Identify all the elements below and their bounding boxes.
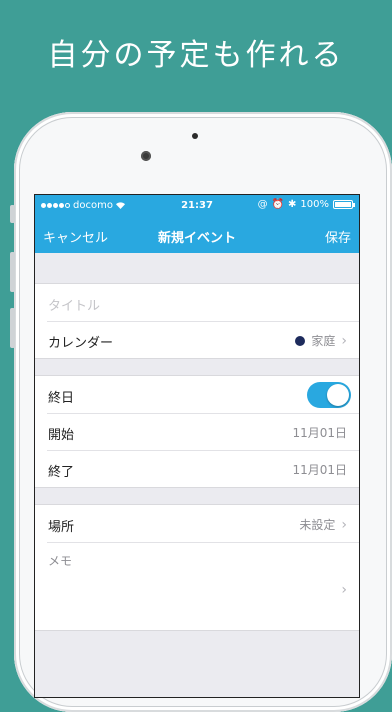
memo-label: メモ	[48, 554, 73, 568]
battery-percent: 100%	[300, 199, 329, 210]
save-button[interactable]: 保存	[325, 227, 351, 246]
app-screen: docomo 21:37 @ ⏰ ✱ 100% キャンセル 新規イベント 保存 …	[34, 194, 360, 698]
calendar-row[interactable]: カレンダー 家庭 ›	[35, 321, 359, 358]
chevron-right-icon: ›	[341, 582, 347, 598]
volume-up-button	[10, 252, 15, 292]
location-memo-group: 場所 未設定 › メモ ›	[35, 504, 359, 631]
datetime-group: 終日 開始 11月01日 終了 11月01日	[35, 375, 359, 488]
chevron-right-icon: ›	[341, 516, 347, 533]
battery-icon	[333, 200, 355, 209]
end-row[interactable]: 終了 11月01日	[35, 450, 359, 487]
orientation-lock-icon: @	[257, 199, 268, 210]
start-label: 開始	[48, 428, 75, 443]
mute-switch	[10, 205, 15, 223]
title-calendar-group: タイトル カレンダー 家庭 ›	[35, 283, 359, 359]
memo-row[interactable]: メモ ›	[35, 542, 359, 630]
front-camera	[141, 151, 151, 161]
location-value: 未設定	[299, 518, 336, 532]
promo-headline: 自分の予定も作れる	[47, 38, 345, 73]
status-bar: docomo 21:37 @ ⏰ ✱ 100%	[35, 195, 359, 217]
navigation-header: docomo 21:37 @ ⏰ ✱ 100% キャンセル 新規イベント 保存	[35, 195, 359, 253]
allday-label: 終日	[48, 391, 75, 406]
location-label: 場所	[48, 520, 75, 535]
end-value: 11月01日	[292, 463, 347, 477]
calendar-color-dot	[295, 335, 306, 346]
screen-title: 新規イベント	[157, 231, 236, 246]
location-row[interactable]: 場所 未設定 ›	[35, 505, 359, 542]
allday-row: 終日	[35, 376, 359, 413]
allday-toggle[interactable]	[307, 382, 351, 408]
volume-down-button	[10, 308, 15, 348]
start-value: 11月01日	[292, 426, 347, 440]
title-row[interactable]: タイトル	[35, 284, 359, 321]
start-row[interactable]: 開始 11月01日	[35, 413, 359, 450]
title-input[interactable]: タイトル	[48, 295, 100, 314]
earpiece	[192, 133, 198, 139]
bluetooth-icon: ✱	[288, 199, 297, 210]
calendar-value: 家庭	[311, 334, 336, 348]
calendar-label: カレンダー	[48, 336, 114, 351]
alarm-icon: ⏰	[271, 199, 285, 210]
end-label: 終了	[48, 465, 75, 480]
navbar: キャンセル 新規イベント 保存	[35, 223, 359, 247]
chevron-right-icon: ›	[341, 332, 347, 349]
